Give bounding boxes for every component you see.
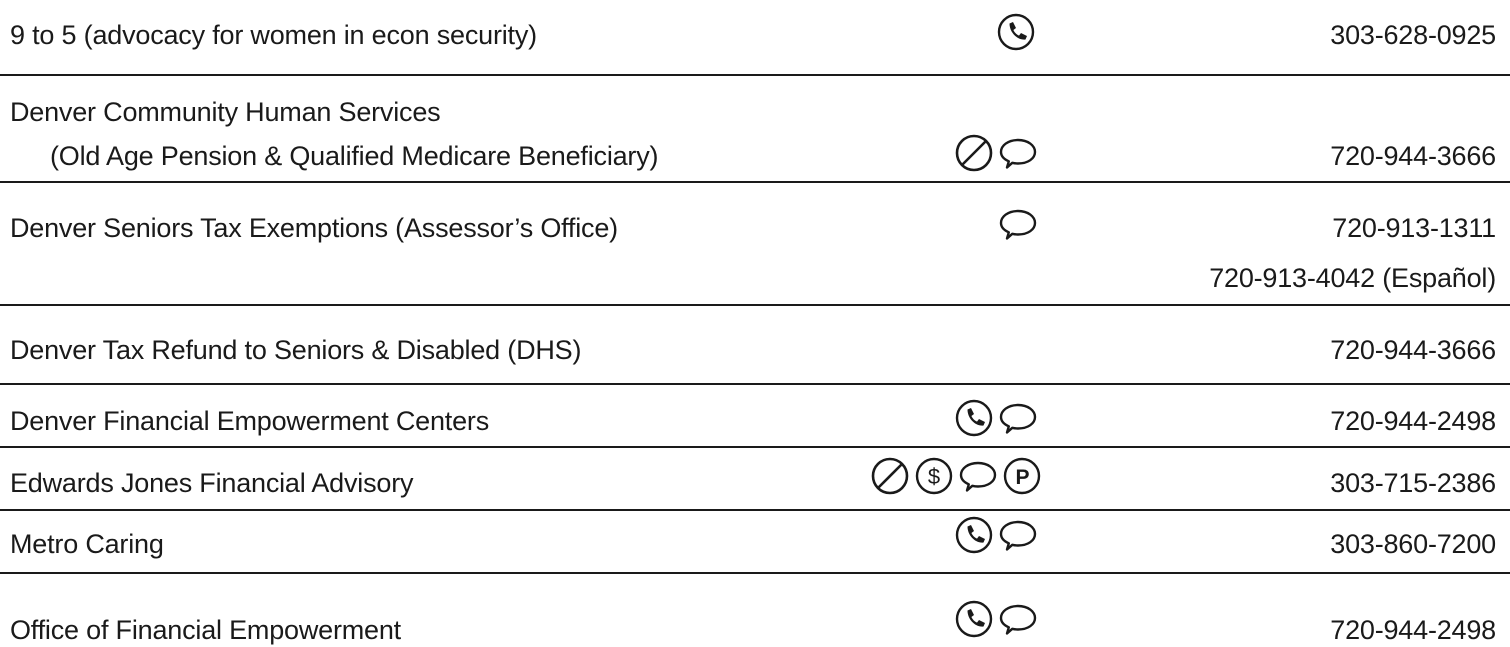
dollar-icon: [914, 456, 954, 496]
parking-icon: [1002, 456, 1042, 496]
icon-group: [954, 515, 1038, 555]
phone-number[interactable]: 303-628-0925: [1330, 18, 1496, 52]
phone-number[interactable]: 720-944-3666: [1330, 333, 1496, 367]
no-walk-in-icon: [870, 456, 910, 496]
phone-icon: [954, 398, 994, 438]
phone-number[interactable]: 720-944-2498: [1330, 613, 1496, 647]
phone-icon: [996, 12, 1036, 52]
speech-bubble-icon: [998, 398, 1038, 438]
icon-group: [954, 133, 1038, 173]
list-item: Metro Caring 303-860-7200: [0, 510, 1510, 572]
icon-group: [998, 204, 1038, 244]
no-walk-in-icon: [954, 133, 994, 173]
phone-icon: [954, 599, 994, 639]
icon-group: [870, 456, 1042, 496]
phone-number[interactable]: 720-944-2498: [1330, 404, 1496, 438]
resource-name: Office of Financial Empowerment: [10, 615, 401, 645]
icon-group: [954, 599, 1038, 639]
phone-number-spanish[interactable]: 720-913-4042 (Español): [1209, 261, 1496, 295]
speech-bubble-icon: [998, 204, 1038, 244]
list-item: Edwards Jones Financial Advisory 303-715…: [0, 447, 1510, 509]
resource-name: Denver Tax Refund to Seniors & Disabled …: [10, 335, 582, 365]
icon-group: [954, 398, 1038, 438]
speech-bubble-icon: [998, 599, 1038, 639]
icon-group: [996, 12, 1036, 52]
speech-bubble-icon: [998, 515, 1038, 555]
resource-name: Denver Community Human Services: [10, 97, 441, 127]
resource-name: Metro Caring: [10, 529, 164, 559]
list-item: Office of Financial Empowerment 720-944-…: [0, 573, 1510, 646]
resource-subname: (Old Age Pension & Qualified Medicare Be…: [50, 141, 659, 171]
resource-name: Denver Financial Empowerment Centers: [10, 406, 489, 436]
resource-name: Edwards Jones Financial Advisory: [10, 468, 414, 498]
speech-bubble-icon: [958, 456, 998, 496]
resource-name: 9 to 5 (advocacy for women in econ secur…: [10, 20, 537, 50]
phone-number[interactable]: 720-944-3666: [1330, 139, 1496, 173]
phone-number[interactable]: 303-715-2386: [1330, 466, 1496, 500]
list-item: Denver Financial Empowerment Centers 720…: [0, 384, 1510, 446]
phone-number[interactable]: 303-860-7200: [1330, 527, 1496, 561]
phone-number[interactable]: 720-913-1311: [1332, 211, 1496, 245]
list-item: Denver Seniors Tax Exemptions (Assessor’…: [0, 182, 1510, 304]
phone-icon: [954, 515, 994, 555]
list-item: Denver Tax Refund to Seniors & Disabled …: [0, 305, 1510, 383]
list-item: 9 to 5 (advocacy for women in econ secur…: [0, 0, 1510, 74]
speech-bubble-icon: [998, 133, 1038, 173]
list-item: Denver Community Human Services (Old Age…: [0, 75, 1510, 181]
resource-name: Denver Seniors Tax Exemptions (Assessor’…: [10, 213, 618, 243]
